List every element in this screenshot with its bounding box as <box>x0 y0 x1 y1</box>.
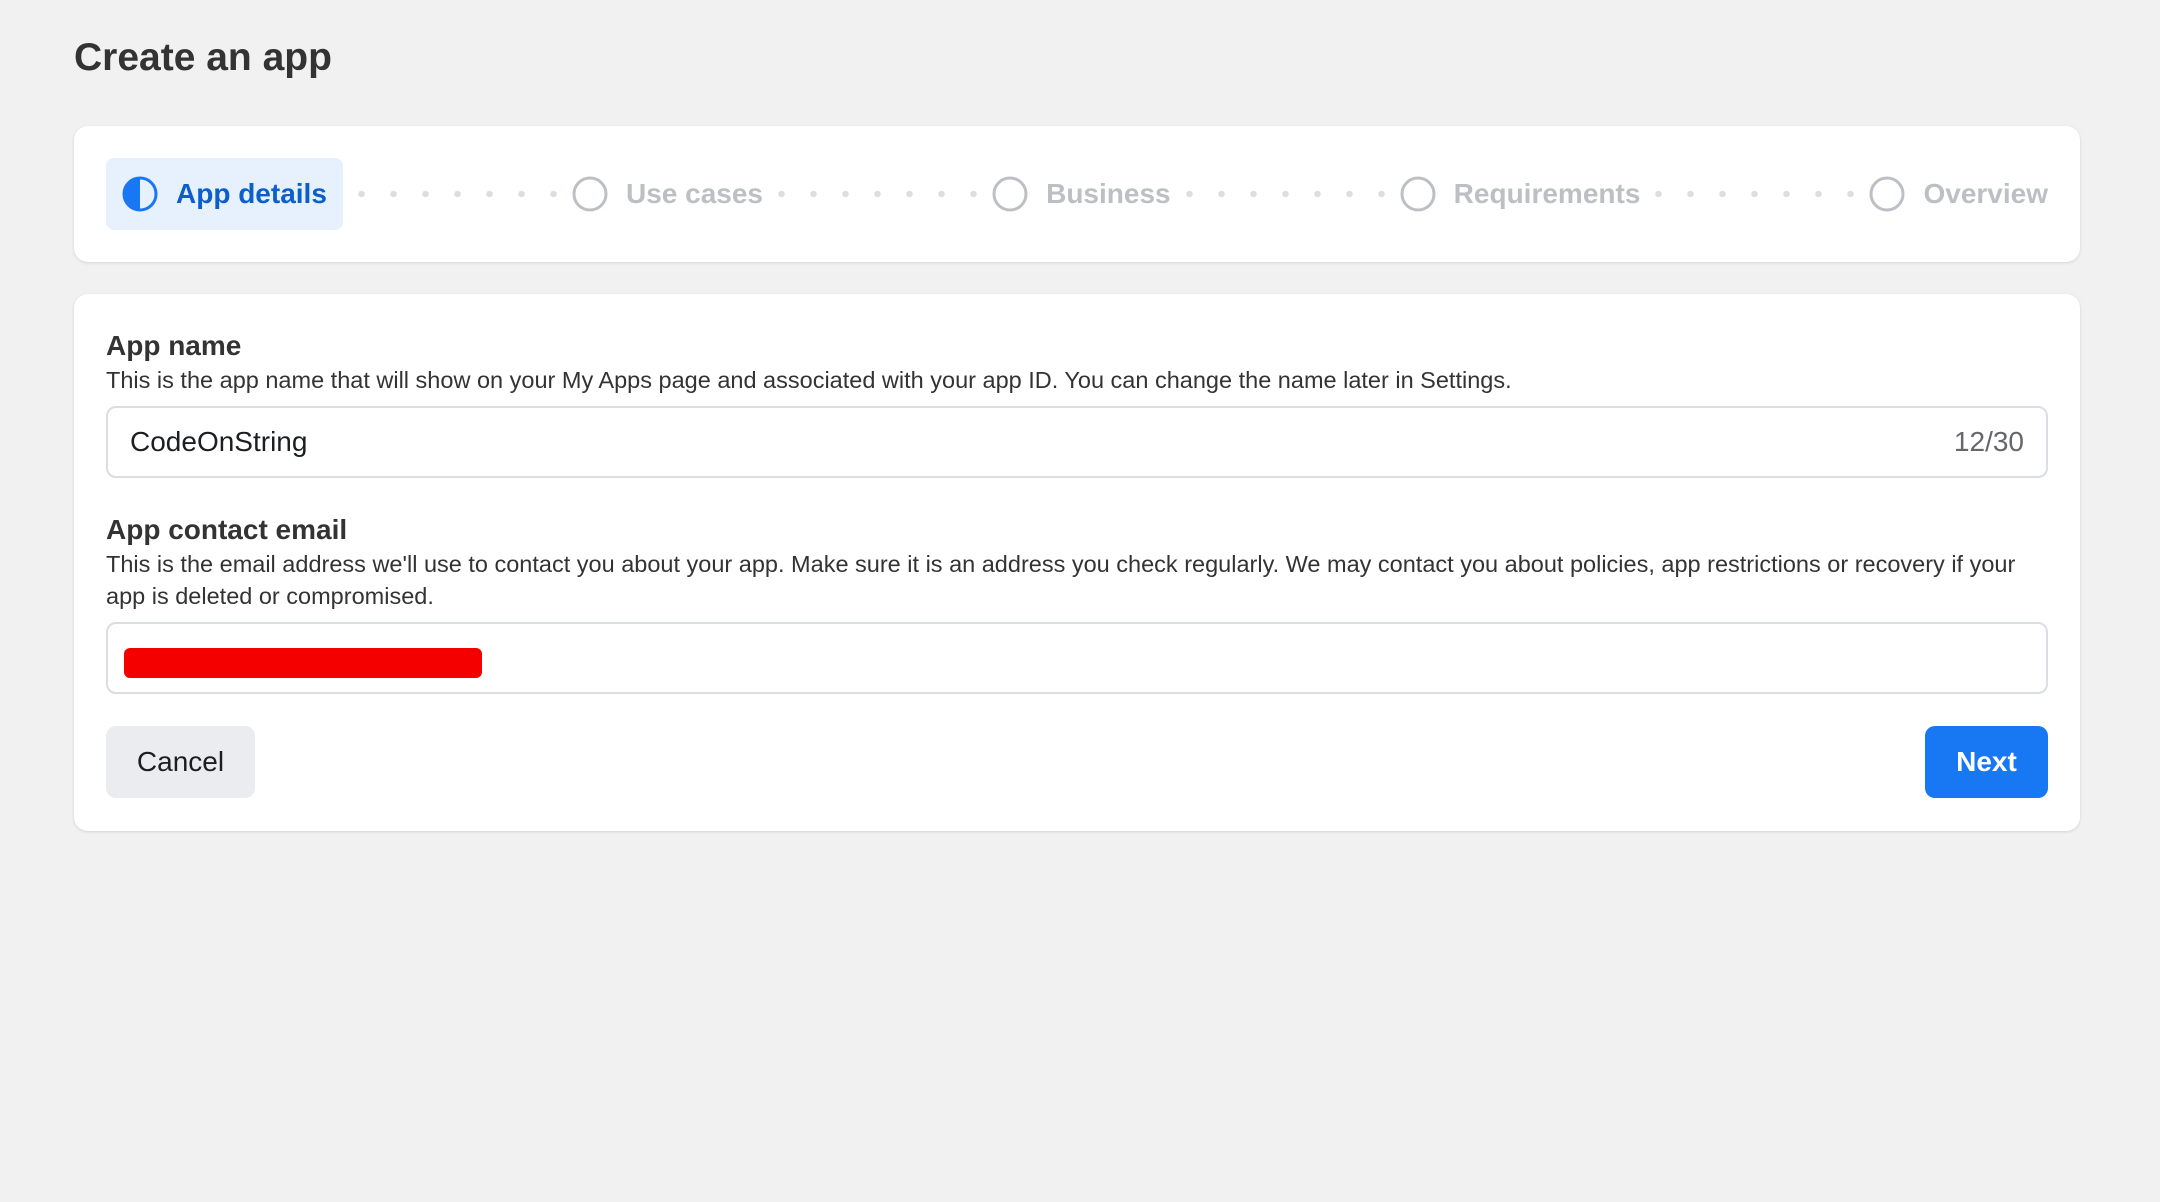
app-name-input[interactable] <box>130 408 1830 476</box>
redacted-email-value <box>124 648 482 678</box>
step-connector <box>777 191 979 197</box>
step-business[interactable]: Business <box>992 158 1171 230</box>
step-connector <box>1654 191 1856 197</box>
stepper-card: App details Use cases Business Requireme… <box>74 126 2080 262</box>
step-use-cases[interactable]: Use cases <box>572 158 763 230</box>
app-details-form: App name This is the app name that will … <box>74 294 2080 831</box>
next-button[interactable]: Next <box>1925 726 2048 798</box>
empty-circle-icon <box>572 176 608 212</box>
step-connector <box>1184 191 1386 197</box>
contact-email-field[interactable] <box>106 622 2048 694</box>
step-label: App details <box>176 178 327 209</box>
page-title: Create an app <box>74 36 332 79</box>
contact-email-help-text: This is the email address we'll use to c… <box>106 551 2016 609</box>
cancel-button[interactable]: Cancel <box>106 726 255 798</box>
step-requirements[interactable]: Requirements <box>1400 158 1641 230</box>
contact-email-label: App contact email <box>106 514 348 545</box>
app-name-help-text: This is the app name that will show on y… <box>106 367 1512 393</box>
app-name-label: App name <box>106 330 242 361</box>
progress-stepper: App details Use cases Business Requireme… <box>106 158 2048 230</box>
empty-circle-icon <box>1869 176 1905 212</box>
step-label: Business <box>1046 178 1171 209</box>
app-name-field[interactable]: 12/30 <box>106 406 2048 478</box>
step-overview[interactable]: Overview <box>1869 158 2048 230</box>
step-connector <box>356 191 558 197</box>
step-label: Overview <box>1923 178 2048 209</box>
half-filled-circle-icon <box>122 176 158 212</box>
empty-circle-icon <box>1400 176 1436 212</box>
empty-circle-icon <box>992 176 1028 212</box>
character-counter: 12/30 <box>1953 426 2024 457</box>
step-label: Use cases <box>626 178 764 209</box>
step-label: Requirements <box>1453 178 1641 209</box>
step-app-details[interactable]: App details <box>106 158 343 230</box>
